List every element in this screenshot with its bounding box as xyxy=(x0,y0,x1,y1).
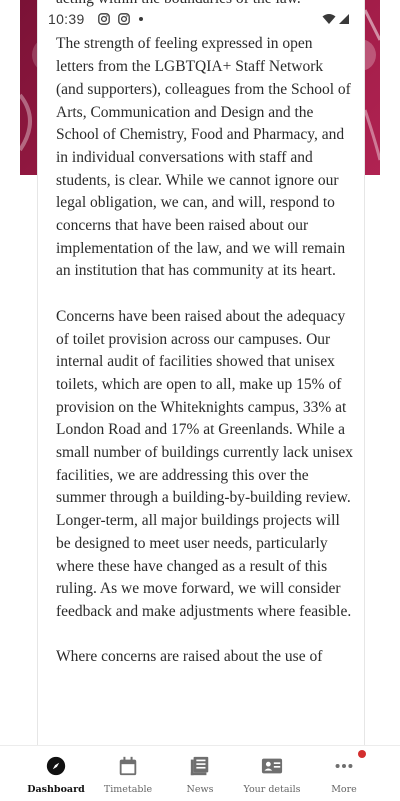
notification-icons xyxy=(98,13,144,25)
article-paragraph: Where concerns are raised about the use … xyxy=(56,648,323,666)
dot-icon xyxy=(139,17,143,21)
nav-label: More xyxy=(331,784,357,795)
nav-item-your-details[interactable]: Your details xyxy=(236,746,308,801)
nav-item-timetable[interactable]: Timetable xyxy=(92,746,164,801)
nav-label: Dashboard xyxy=(27,784,85,795)
article-card: acting within the boundaries of the law.… xyxy=(37,0,365,745)
nav-item-dashboard[interactable]: Dashboard xyxy=(20,746,92,801)
nav-item-more[interactable]: More xyxy=(308,746,380,801)
nav-label: News xyxy=(186,784,214,795)
instagram-icon xyxy=(118,13,130,25)
nav-label: Timetable xyxy=(103,784,153,795)
instagram-icon xyxy=(98,13,110,25)
more-dots-icon xyxy=(335,763,353,769)
id-card-icon xyxy=(261,758,283,774)
wifi-icon xyxy=(322,14,336,24)
nav-label: Your details xyxy=(243,784,301,795)
signal-icon xyxy=(339,14,349,24)
system-icons xyxy=(322,13,350,25)
bottom-navigation: Dashboard Timetable News Your details Mo… xyxy=(0,745,400,801)
newspaper-icon xyxy=(190,756,209,776)
compass-icon xyxy=(46,756,66,776)
status-bar: 10:39 xyxy=(0,8,400,34)
calendar-icon xyxy=(119,756,137,776)
article-paragraph: Concerns have been raised about the adeq… xyxy=(56,307,354,620)
article-body: acting within the boundaries of the law.… xyxy=(56,0,354,692)
status-time: 10:39 xyxy=(48,11,85,27)
notification-badge xyxy=(358,750,366,758)
nav-item-news[interactable]: News xyxy=(164,746,236,801)
article-paragraph: The strength of feeling expressed in ope… xyxy=(56,35,351,280)
